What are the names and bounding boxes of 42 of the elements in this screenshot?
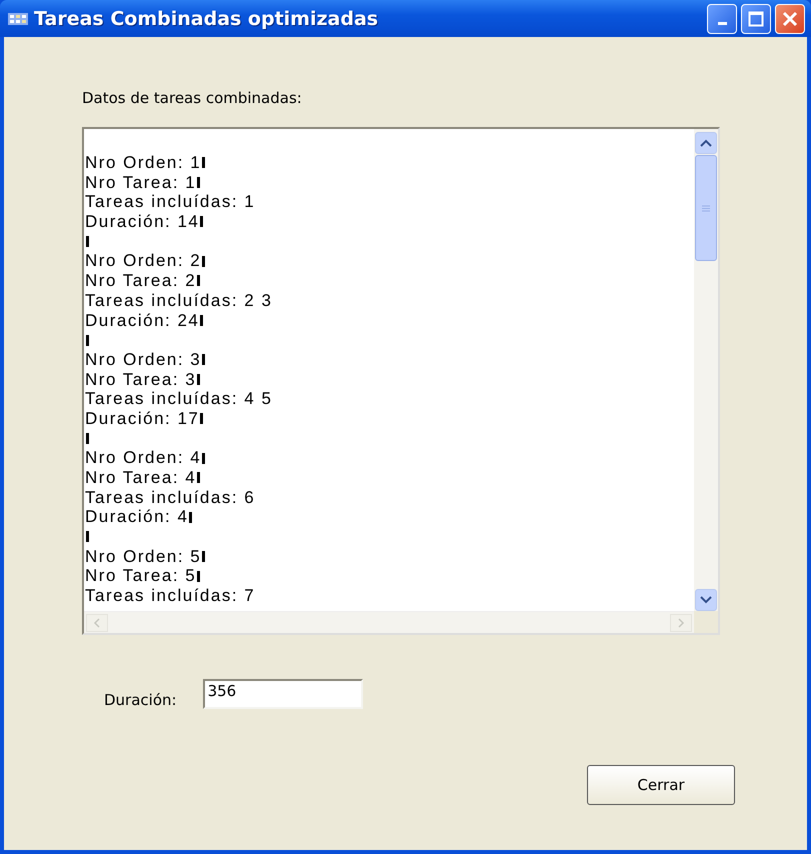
window-title: Tareas Combinadas optimizadas [34, 8, 380, 30]
chevron-down-icon [700, 596, 712, 604]
duration-field[interactable]: 356 [202, 679, 363, 709]
scroll-down-button[interactable] [695, 589, 717, 611]
scrollbar-corner [694, 611, 718, 633]
field-label: Duración: [104, 691, 177, 709]
text-line: Nro Tarea: 1 [85, 172, 196, 192]
text-line: Nro Orden: 1 [85, 153, 202, 173]
close-dialog-button[interactable]: Cerrar [587, 765, 735, 805]
maximize-button[interactable] [741, 4, 771, 34]
chevron-right-icon [677, 618, 685, 628]
minimize-button[interactable] [707, 4, 737, 34]
chevron-left-icon [93, 618, 101, 628]
minimize-icon [718, 22, 726, 24]
vertical-scrollbar[interactable] [694, 129, 718, 611]
text-line: Tareas incluídas: 1 [85, 192, 256, 212]
text-line: Nro Tarea: 3 [85, 370, 196, 390]
text-line: Nro Orden: 5 [85, 546, 202, 566]
close-button[interactable] [775, 4, 805, 34]
text-line: Nro Tarea: 4 [85, 468, 196, 488]
close-icon [782, 10, 798, 26]
text-line: Tareas incluídas: 4 5 [85, 389, 272, 409]
app-icon [8, 10, 28, 26]
text-line: Nro Tarea: 5 [85, 566, 196, 586]
text-line: Nro Tarea: 2 [85, 271, 196, 291]
grip-icon [702, 204, 710, 212]
text-line: Duración: 4 [85, 507, 188, 528]
text-line: Tareas incluídas: 7 [85, 586, 256, 606]
text-line: Tareas incluídas: 2 3 [85, 290, 272, 311]
text-line: Duración: 14 [85, 212, 200, 232]
scroll-thumb[interactable] [695, 155, 717, 261]
text-line: Tareas incluídas: 6 [85, 488, 256, 508]
text-line: Duración: 24 [85, 310, 200, 330]
text-line: Nro Orden: 3 [85, 350, 202, 370]
scroll-up-button[interactable] [695, 132, 717, 154]
text-line: Nro Orden: 2 [85, 251, 202, 272]
text-line: Nro Orden: 4 [85, 448, 202, 468]
maximize-icon [748, 10, 764, 26]
text-area[interactable] [82, 127, 720, 635]
chevron-up-icon [700, 139, 712, 147]
text-line: Duración: 17 [85, 408, 200, 429]
section-label: Datos de tareas combinadas: [82, 89, 303, 109]
